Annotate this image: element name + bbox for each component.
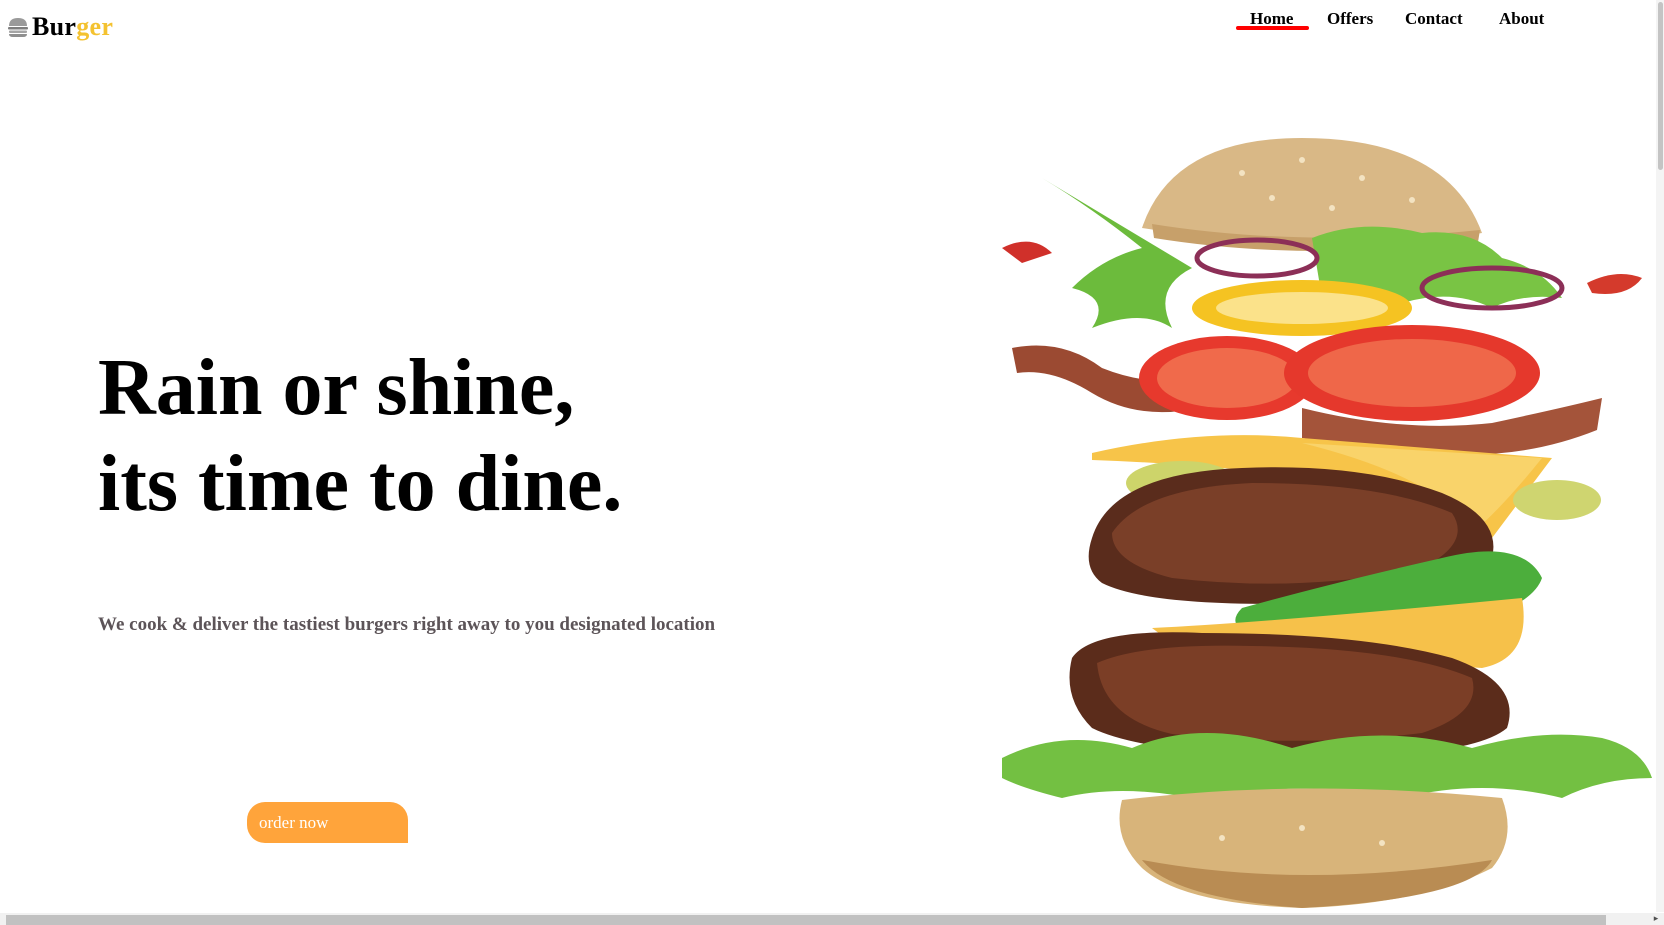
active-nav-underline <box>1236 26 1309 30</box>
logo-text-part1: Bur <box>32 12 77 41</box>
nav-contact-link[interactable]: Contact <box>1405 8 1463 30</box>
vertical-scrollbar[interactable] <box>1656 0 1664 912</box>
logo-text-part2: ger <box>76 12 114 41</box>
scroll-right-arrow-icon[interactable]: ▸ <box>1650 913 1662 925</box>
hero-headline: Rain or shine, its time to dine. <box>98 340 622 532</box>
horizontal-scrollbar-thumb[interactable] <box>6 915 1606 925</box>
hero-headline-line1: Rain or shine, <box>98 344 575 432</box>
hero-headline-line2: its time to dine. <box>98 440 623 528</box>
burger-icon <box>6 15 30 39</box>
nav-about-link[interactable]: About <box>1499 8 1544 30</box>
logo[interactable]: Burger <box>6 10 113 44</box>
hero-subtitle: We cook & deliver the tastiest burgers r… <box>98 614 716 635</box>
vertical-scrollbar-thumb[interactable] <box>1658 2 1663 170</box>
horizontal-scrollbar[interactable]: ▸ <box>0 913 1664 925</box>
nav-offers-link[interactable]: Offers <box>1327 8 1373 30</box>
exploded-burger-image <box>1002 138 1652 908</box>
logo-text: Burger <box>32 10 113 44</box>
order-now-button[interactable]: order now <box>247 802 408 843</box>
